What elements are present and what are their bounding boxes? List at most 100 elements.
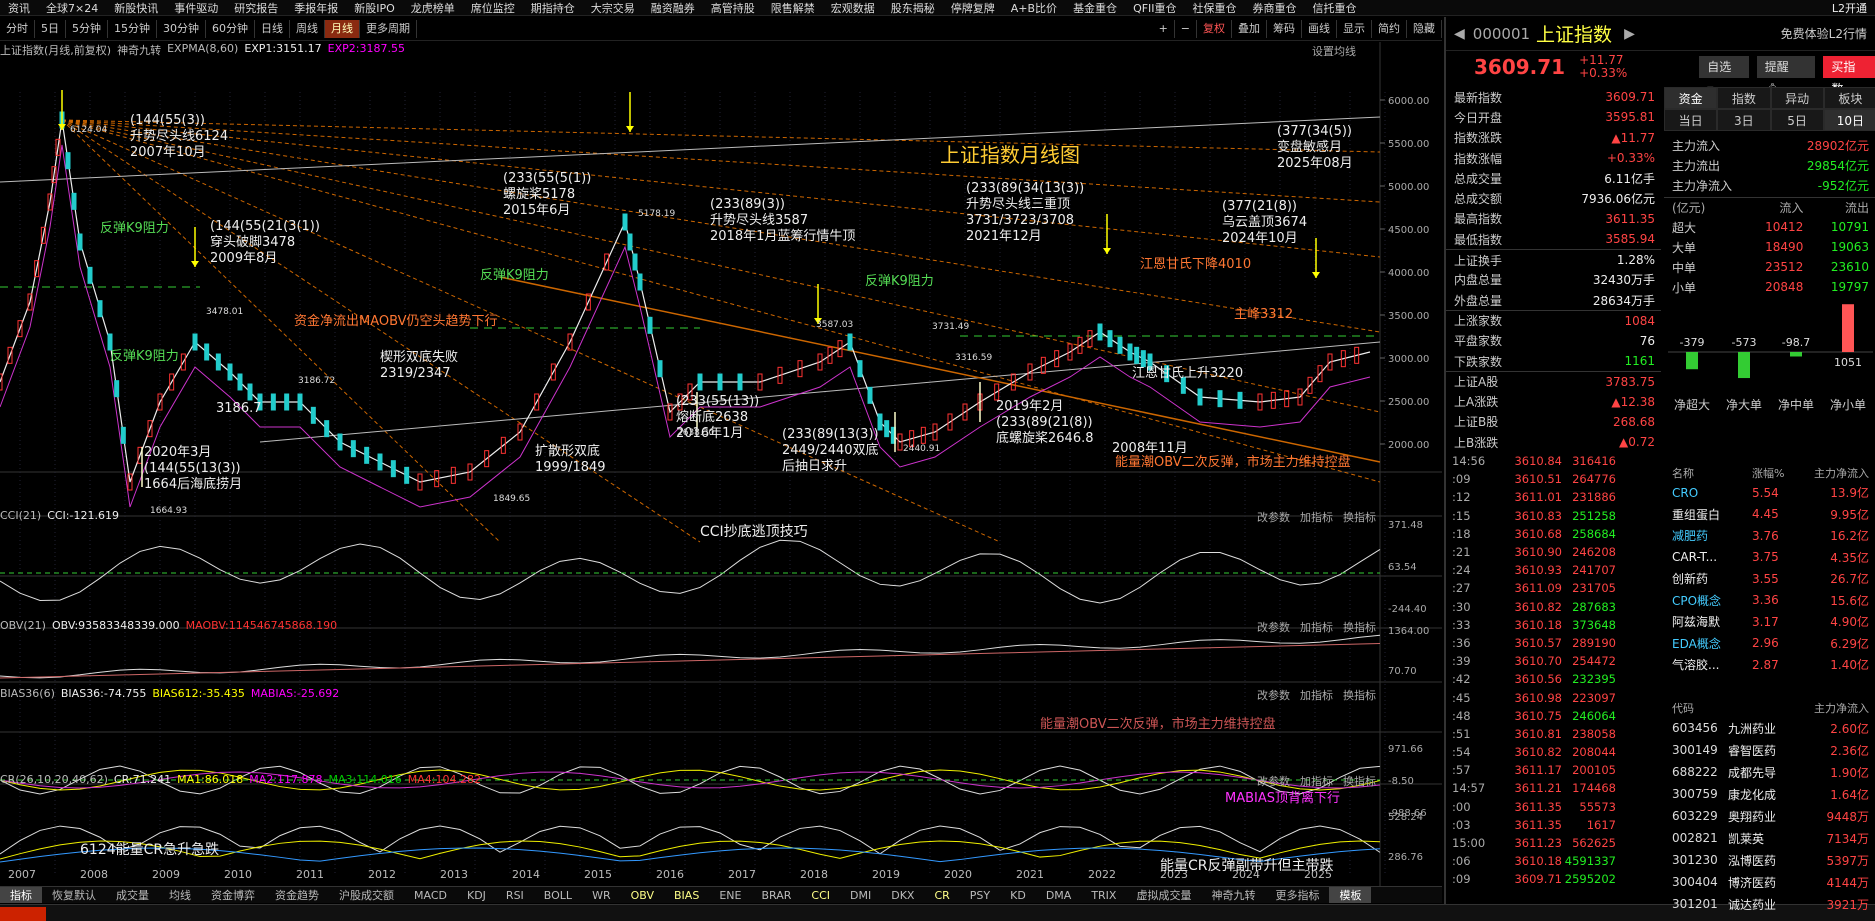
stock-row[interactable]: 300404 博济医药 4144万 [1664, 871, 1875, 893]
bias-title[interactable]: BIAS36(6) [0, 687, 55, 700]
period-tab-6[interactable]: 日线 [255, 19, 290, 38]
menu-item-17[interactable]: A+B比价 [1003, 0, 1065, 16]
indicator-tab-20[interactable]: PSY [960, 889, 1000, 902]
l2-trial-link[interactable]: 免费体验L2行情 [1781, 25, 1875, 42]
sector-hdr-flow[interactable]: 主力净流入 [1802, 465, 1869, 481]
tool-button-0[interactable]: 复权 [1197, 19, 1232, 38]
tool-button-4[interactable]: 显示 [1337, 19, 1372, 38]
indicator-tab-5[interactable]: 资金趋势 [265, 887, 329, 903]
menu-item-10[interactable]: 大宗交易 [583, 0, 643, 16]
zoom-in-button[interactable]: + [1153, 19, 1175, 38]
stock-row[interactable]: 301230 泓博医药 5397万 [1664, 849, 1875, 871]
indicator-tab-16[interactable]: CCI [801, 889, 840, 902]
flow-tab-3[interactable]: 板块 [1823, 87, 1875, 109]
indicator-name[interactable]: 神奇九转 [117, 42, 161, 58]
indicator-tab-6[interactable]: 沪股成交额 [329, 887, 404, 903]
menu-item-5[interactable]: 季报年报 [286, 0, 346, 16]
menu-item-20[interactable]: 社保重仓 [1185, 0, 1245, 16]
menu-item-21[interactable]: 券商重仓 [1245, 0, 1305, 16]
expma-name[interactable]: EXPMA(8,60) [167, 42, 238, 58]
sector-row[interactable]: CAR-T... 3.75 4.35亿 [1664, 547, 1875, 569]
menu-item-13[interactable]: 限售解禁 [763, 0, 823, 16]
indicator-tab-13[interactable]: BIAS [664, 889, 709, 902]
menu-item-4[interactable]: 研究报告 [226, 0, 286, 16]
menu-item-9[interactable]: 期指持仓 [523, 0, 583, 16]
cr-title[interactable]: CR(26,10,20,40,62) [0, 773, 108, 786]
sector-hdr-pct[interactable]: 涨幅% [1752, 465, 1802, 481]
chart-area[interactable]: 6000.00 5500.00 5000.00 4500.00 4000.00 3500.… [0, 31, 1442, 903]
menu-item-7[interactable]: 龙虎榜单 [403, 0, 463, 16]
flow-tab-2[interactable]: 异动 [1770, 87, 1824, 109]
indicator-tab-21[interactable]: KD [1000, 889, 1036, 902]
obv-add-indicator-button[interactable]: 加指标 [1300, 619, 1333, 635]
sector-row[interactable]: 重组蛋白 4.45 9.95亿 [1664, 504, 1875, 526]
menu-item-11[interactable]: 融资融券 [643, 0, 703, 16]
menu-item-2[interactable]: 新股快讯 [106, 0, 166, 16]
tool-button-3[interactable]: 画线 [1302, 19, 1337, 38]
stock-row[interactable]: 301201 诚达药业 3921万 [1664, 893, 1875, 915]
period-tab-8[interactable]: 月线 [325, 19, 360, 38]
stock-row[interactable]: 002821 凯莱英 7134万 [1664, 827, 1875, 849]
sector-row[interactable]: 创新药 3.55 26.7亿 [1664, 568, 1875, 590]
indicator-tab-12[interactable]: OBV [621, 889, 664, 902]
cr-add-indicator-button[interactable]: 加指标 [1300, 773, 1333, 789]
indicator-tab-26[interactable]: 更多指标 [1265, 887, 1329, 903]
stock-hdr-flow[interactable]: 主力净流入 [1806, 700, 1869, 716]
stock-row[interactable]: 300149 睿智医药 2.36亿 [1664, 739, 1875, 761]
indicator-tab-17[interactable]: DMI [840, 889, 881, 902]
cr-edit-params-button[interactable]: 改参数 [1257, 773, 1290, 789]
add-watchlist-button[interactable]: 自选 ▾ [1699, 56, 1749, 96]
sector-row[interactable]: 气溶胶... 2.87 1.40亿 [1664, 654, 1875, 676]
cci-swap-indicator-button[interactable]: 换指标 [1343, 509, 1376, 525]
bias-swap-indicator-button[interactable]: 换指标 [1343, 687, 1376, 703]
status-red-block[interactable] [0, 907, 46, 921]
cci-title[interactable]: CCI(21) [0, 509, 41, 522]
menu-item-12[interactable]: 高管持股 [703, 0, 763, 16]
indicator-tab-4[interactable]: 资金博弈 [201, 887, 265, 903]
indicator-tab-25[interactable]: 神奇九转 [1201, 887, 1265, 903]
menu-item-14[interactable]: 宏观数据 [823, 0, 883, 16]
cr-swap-indicator-button[interactable]: 换指标 [1343, 773, 1376, 789]
menu-item-22[interactable]: 信托重仓 [1305, 0, 1365, 16]
period-tab-right-1[interactable]: 3日 [1717, 109, 1771, 131]
indicator-tab-18[interactable]: DKX [881, 889, 924, 902]
flow-tab-1[interactable]: 指数 [1717, 87, 1771, 109]
cci-edit-params-button[interactable]: 改参数 [1257, 509, 1290, 525]
stock-row[interactable]: 300759 康龙化成 1.64亿 [1664, 783, 1875, 805]
prev-stock-icon[interactable]: ◀ [1454, 26, 1465, 42]
sector-hdr-name[interactable]: 名称 [1672, 465, 1752, 481]
indicator-tab-11[interactable]: WR [582, 889, 621, 902]
indicator-tab-27[interactable]: 模板 [1329, 887, 1372, 903]
next-stock-icon[interactable]: ▶ [1624, 26, 1635, 42]
menu-item-6[interactable]: 新股IPO [346, 0, 403, 16]
stock-row[interactable]: 603456 九洲药业 2.60亿 [1664, 717, 1875, 739]
tick-list[interactable]: 14:56 3610.84 316416:09 3610.51 264776:12 361… [1446, 452, 1661, 889]
menu-item-16[interactable]: 停牌复牌 [943, 0, 1003, 16]
buy-index-button[interactable]: 买指数 [1823, 56, 1875, 96]
period-tab-5[interactable]: 60分钟 [206, 19, 255, 38]
indicator-tab-2[interactable]: 成交量 [106, 887, 159, 903]
tool-button-2[interactable]: 筹码 [1267, 19, 1302, 38]
stock-row[interactable]: 603229 奥翔药业 9448万 [1664, 805, 1875, 827]
indicator-tab-8[interactable]: KDJ [457, 889, 496, 902]
tool-button-5[interactable]: 简约 [1372, 19, 1407, 38]
menu-item-19[interactable]: QFII重仓 [1125, 0, 1184, 16]
period-tab-right-0[interactable]: 当日 [1664, 109, 1718, 131]
period-tab-right-3[interactable]: 10日 [1823, 109, 1875, 131]
period-tab-4[interactable]: 30分钟 [157, 19, 206, 38]
obv-swap-indicator-button[interactable]: 换指标 [1343, 619, 1376, 635]
menu-item-15[interactable]: 股东揭秘 [883, 0, 943, 16]
menu-item-0[interactable]: 资讯 [0, 0, 38, 16]
indicator-tab-22[interactable]: DMA [1036, 889, 1082, 902]
period-tab-2[interactable]: 5分钟 [66, 19, 108, 38]
indicator-tab-9[interactable]: RSI [496, 889, 534, 902]
indicator-tab-23[interactable]: TRIX [1081, 889, 1126, 902]
cci-add-indicator-button[interactable]: 加指标 [1300, 509, 1333, 525]
bias-add-indicator-button[interactable]: 加指标 [1300, 687, 1333, 703]
alert-button[interactable]: 提醒 🔔︎ [1756, 56, 1816, 96]
stock-hdr-code[interactable]: 代码 [1672, 700, 1728, 716]
obv-title[interactable]: OBV(21) [0, 619, 46, 632]
indicator-tab-3[interactable]: 均线 [159, 887, 201, 903]
tool-button-6[interactable]: 隐藏 [1407, 19, 1442, 38]
settings-ma-button[interactable]: 设置均线 [1312, 43, 1356, 59]
